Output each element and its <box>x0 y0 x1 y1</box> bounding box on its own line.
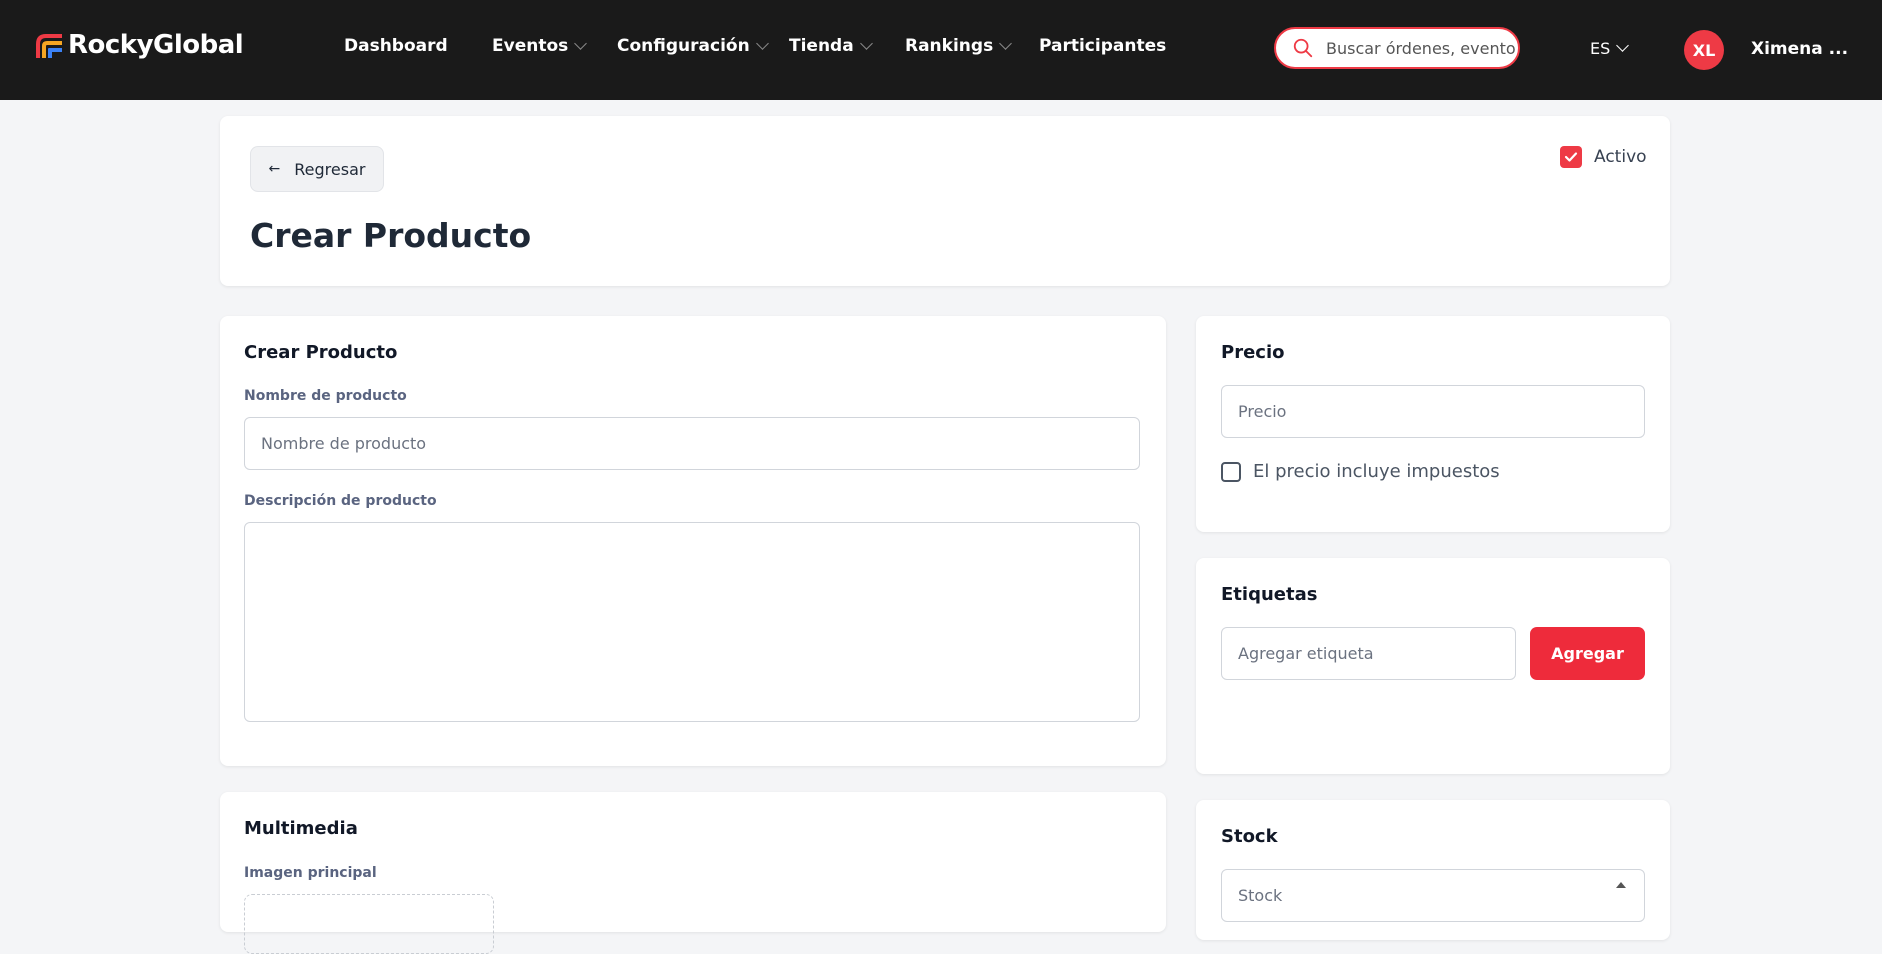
add-tag-button-label: Agregar <box>1551 644 1624 663</box>
brand-name: RockyGlobal <box>68 30 244 60</box>
global-search[interactable] <box>1274 27 1520 69</box>
product-name-input[interactable] <box>244 417 1140 470</box>
active-label: Activo <box>1594 147 1647 167</box>
chevron-down-icon <box>999 36 1013 50</box>
price-card-title: Precio <box>1221 342 1285 363</box>
main-image-dropzone[interactable] <box>244 894 494 954</box>
avatar[interactable]: XL <box>1684 30 1724 70</box>
active-toggle[interactable]: Activo <box>1560 146 1647 168</box>
product-name-label: Nombre de producto <box>244 388 407 404</box>
tax-included-label: El precio incluye impuestos <box>1253 461 1500 482</box>
chevron-down-icon <box>859 36 873 50</box>
price-card: Precio El precio incluye impuestos <box>1196 316 1670 532</box>
top-navbar: RockyGlobal Dashboard Eventos Configurac… <box>0 0 1882 100</box>
nav-rankings-label: Rankings <box>905 36 994 56</box>
stock-card: Stock <box>1196 800 1670 940</box>
search-icon <box>1293 38 1313 58</box>
chevron-down-icon <box>1616 39 1630 52</box>
user-name[interactable]: Ximena ... <box>1751 39 1848 59</box>
language-label: ES <box>1590 39 1611 58</box>
tags-card-title: Etiquetas <box>1221 584 1318 605</box>
tax-included-option[interactable]: El precio incluye impuestos <box>1221 461 1500 482</box>
page-title: Crear Producto <box>250 216 532 255</box>
price-input[interactable] <box>1221 385 1645 438</box>
back-button[interactable]: ← Regresar <box>250 146 384 192</box>
search-input[interactable] <box>1326 38 1516 58</box>
back-button-label: Regresar <box>294 159 366 179</box>
main-image-label: Imagen principal <box>244 865 377 881</box>
media-card-title: Multimedia <box>244 818 358 839</box>
brand-logo[interactable]: RockyGlobal <box>32 28 244 62</box>
language-selector[interactable]: ES <box>1590 39 1630 58</box>
active-checkbox[interactable] <box>1560 146 1582 168</box>
stepper-up-icon[interactable] <box>1616 882 1626 888</box>
nav-participantes[interactable]: Participantes <box>1039 36 1166 56</box>
page-header-card: ← Regresar Crear Producto Activo <box>220 116 1670 286</box>
tag-input[interactable] <box>1221 627 1516 680</box>
avatar-initials: XL <box>1692 40 1716 60</box>
stock-input[interactable] <box>1221 869 1645 922</box>
product-description-textarea[interactable] <box>244 522 1140 722</box>
check-icon <box>1564 152 1578 162</box>
media-card: Multimedia Imagen principal <box>220 792 1166 954</box>
nav-configuracion-label: Configuración <box>617 36 750 56</box>
nav-rankings[interactable]: Rankings <box>905 36 1013 56</box>
arrow-left-icon: ← <box>268 161 281 177</box>
rocky-logo-icon <box>36 34 62 58</box>
nav-tienda-label: Tienda <box>789 36 854 56</box>
nav-configuracion[interactable]: Configuración <box>617 36 769 56</box>
nav-dashboard[interactable]: Dashboard <box>344 36 448 56</box>
product-card-title: Crear Producto <box>244 342 398 363</box>
tags-card: Etiquetas Agregar <box>1196 558 1670 774</box>
tax-included-checkbox[interactable] <box>1221 461 1241 482</box>
nav-tienda[interactable]: Tienda <box>789 36 873 56</box>
stock-card-title: Stock <box>1221 826 1278 847</box>
nav-participantes-label: Participantes <box>1039 36 1167 56</box>
nav-eventos-label: Eventos <box>492 36 569 56</box>
add-tag-button[interactable]: Agregar <box>1530 627 1645 680</box>
product-description-label: Descripción de producto <box>244 493 437 509</box>
nav-dashboard-label: Dashboard <box>344 36 448 56</box>
nav-eventos[interactable]: Eventos <box>492 36 588 56</box>
chevron-down-icon <box>755 36 769 50</box>
product-info-card: Crear Producto Nombre de producto Descri… <box>220 316 1166 766</box>
chevron-down-icon <box>574 36 588 50</box>
